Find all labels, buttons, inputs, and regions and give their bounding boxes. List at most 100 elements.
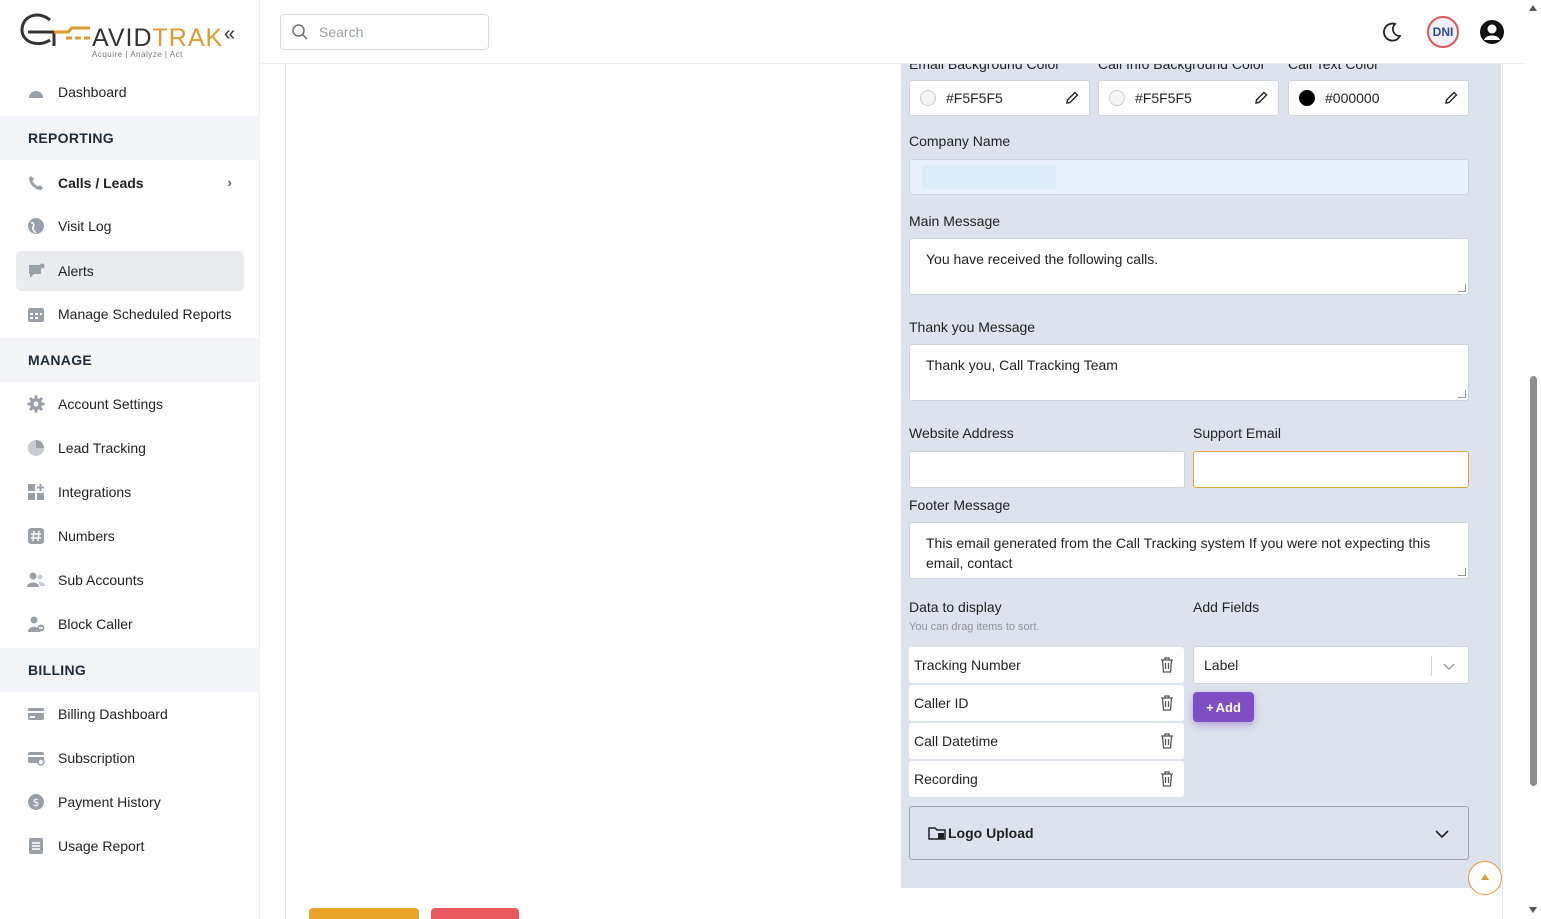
sidebar-item-label: Billing Dashboard [58,706,168,722]
pencil-icon[interactable] [1254,91,1268,105]
top-bar: DNI [261,0,1525,64]
color-swatch[interactable] [1109,90,1125,106]
sidebar-item-block-caller[interactable]: Block Caller [16,604,244,644]
calendar-icon [26,304,46,324]
dni-button[interactable]: DNI [1423,12,1463,52]
color-swatch[interactable] [920,90,936,106]
cancel-button[interactable] [431,908,519,919]
sidebar-item-integrations[interactable]: Integrations [16,472,244,512]
sidebar: AVIDTRAK Acquire | Analyze | Act « Dashb… [0,0,260,919]
sidebar-item-label: Usage Report [58,838,145,854]
sidebar-item-calls-leads[interactable]: Calls / Leads › [16,163,244,203]
email-bg-color-input[interactable]: #F5F5F5 [909,80,1090,116]
color-value: #000000 [1325,90,1380,106]
trash-icon[interactable] [1160,771,1174,787]
field-item[interactable]: Tracking Number [909,647,1184,683]
color-labels-clipped: Email Background Color Call Info Backgro… [901,64,1501,78]
save-button[interactable] [309,908,419,919]
field-item-label: Call Datetime [914,733,999,749]
footer-message-textarea[interactable]: This email generated from the Call Track… [909,522,1469,579]
section-manage: MANAGE [0,338,260,382]
users-icon [26,570,46,590]
field-item[interactable]: Caller ID [909,685,1184,721]
field-item[interactable]: Call Datetime [909,723,1184,759]
sidebar-item-payment-history[interactable]: $ Payment History [16,782,244,822]
company-name-input[interactable] [909,159,1469,195]
collapse-sidebar-icon[interactable]: « [224,24,235,44]
dni-badge: DNI [1427,16,1459,48]
sidebar-item-label: Sub Accounts [58,572,144,588]
field-item[interactable]: Recording [909,761,1184,797]
user-block-icon [26,614,46,634]
trash-icon[interactable] [1160,657,1174,673]
footer-message-text: This email generated from the Call Track… [926,535,1431,571]
call-text-color-input[interactable]: #000000 [1288,80,1469,116]
logo-upload-accordion[interactable]: Logo Upload [909,806,1469,860]
sidebar-item-manage-scheduled-reports[interactable]: Manage Scheduled Reports [16,294,244,334]
thank-you-textarea[interactable]: Thank you, Call Tracking Team [909,344,1469,401]
resize-handle-icon[interactable] [1458,568,1466,576]
main-message-textarea[interactable]: You have received the following calls. [909,238,1469,295]
globe-icon [26,216,46,236]
search-box[interactable] [280,14,489,50]
sidebar-item-label: Manage Scheduled Reports [58,306,232,322]
scroll-to-top-button[interactable] [1468,861,1502,895]
sidebar-item-alerts[interactable]: Alerts [16,251,244,291]
sidebar-item-visit-log[interactable]: Visit Log [16,206,244,246]
main-message-text: You have received the following calls. [926,251,1159,267]
scrollbar-thumb[interactable] [1530,376,1537,786]
pencil-icon[interactable] [1065,91,1079,105]
support-email-input[interactable] [1193,451,1469,488]
chevron-down-icon [1435,830,1449,839]
sidebar-item-label: Calls / Leads [58,175,144,191]
brand-tagline: Acquire | Analyze | Act [92,50,183,59]
add-fields-select[interactable]: Label [1193,646,1469,684]
call-info-bg-color-input[interactable]: #F5F5F5 [1098,80,1279,116]
report-list-icon [26,836,46,856]
add-field-button[interactable]: + Add [1193,692,1254,722]
moon-icon [1383,22,1402,42]
sidebar-item-lead-tracking[interactable]: Lead Tracking [16,428,244,468]
sidebar-item-usage-report[interactable]: Usage Report [16,826,244,866]
sidebar-item-dashboard[interactable]: Dashboard [16,72,244,112]
sidebar-item-label: Integrations [58,484,132,500]
field-item-label: Recording [914,771,978,787]
sidebar-item-numbers[interactable]: Numbers [16,516,244,556]
sidebar-item-subscription[interactable]: Subscription [16,738,244,778]
resize-handle-icon[interactable] [1458,390,1466,398]
brand-logo[interactable]: AVIDTRAK Acquire | Analyze | Act [20,12,222,62]
sidebar-item-account-settings[interactable]: Account Settings [16,384,244,424]
color-swatch[interactable] [1299,90,1315,106]
chevron-right-icon: › [227,174,232,190]
chevron-down-icon[interactable] [1442,659,1456,673]
sidebar-item-label: Alerts [58,263,94,279]
user-menu[interactable] [1472,12,1512,52]
pencil-icon[interactable] [1444,91,1458,105]
resize-handle-icon[interactable] [1458,284,1466,292]
dark-mode-toggle[interactable] [1372,12,1412,52]
search-input[interactable] [319,24,469,40]
sidebar-item-billing-dashboard[interactable]: Billing Dashboard [16,694,244,734]
phone-icon [26,173,46,193]
trash-icon[interactable] [1160,695,1174,711]
scroll-down-arrow-icon[interactable] [1528,906,1538,914]
company-name-redacted [922,165,1056,189]
website-address-input[interactable] [909,451,1185,488]
website-address-label: Website Address [909,425,1014,441]
logo-upload-label: Logo Upload [948,825,1034,841]
scroll-up-arrow-icon[interactable] [1528,4,1538,12]
sidebar-item-label: Payment History [58,794,161,810]
sidebar-item-sub-accounts[interactable]: Sub Accounts [16,560,244,600]
grid-plus-icon [26,482,46,502]
add-fields-label: Add Fields [1193,599,1260,615]
plus-icon: + [1206,699,1214,715]
gear-icon [26,394,46,414]
hash-icon [26,526,46,546]
avidtrak-logo-icon [20,13,90,46]
add-button-label: Add [1215,699,1241,715]
sidebar-item-label: Lead Tracking [58,440,146,456]
trash-icon[interactable] [1160,733,1174,749]
company-name-label: Company Name [909,133,1011,149]
section-reporting: REPORTING [0,116,260,160]
credit-card-icon [26,704,46,724]
